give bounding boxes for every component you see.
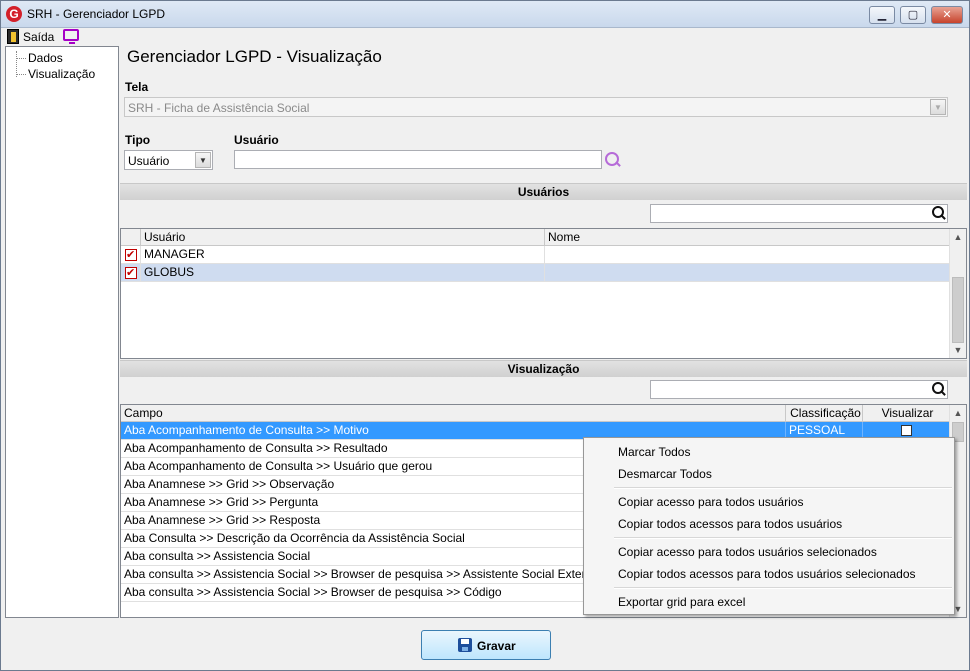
- users-grid: Usuário Nome MANAGER GLOBUS ▲ ▼: [120, 228, 967, 359]
- tipo-label: Tipo: [125, 133, 151, 147]
- user-checkbox[interactable]: [125, 247, 137, 264]
- chevron-down-icon[interactable]: ▼: [930, 99, 946, 115]
- exit-button[interactable]: Saída: [23, 30, 54, 44]
- exit-door-icon[interactable]: [7, 29, 19, 44]
- tela-select[interactable]: SRH - Ficha de Assistência Social ▼: [124, 97, 948, 117]
- header-cell-classificacao[interactable]: Classificação: [786, 405, 863, 422]
- search-icon[interactable]: [932, 382, 946, 396]
- header-cell-visualizar[interactable]: Visualizar: [863, 405, 950, 422]
- menu-item-copiar-acesso-todos[interactable]: Copiar acesso para todos usuários: [585, 491, 953, 513]
- view-section-header: Visualização: [120, 360, 967, 377]
- row-check-cell: [121, 264, 141, 282]
- menu-separator: [614, 587, 952, 589]
- menu-separator: [614, 537, 952, 539]
- header-cell-campo[interactable]: Campo: [121, 405, 786, 422]
- context-menu: Marcar Todos Desmarcar Todos Copiar aces…: [583, 437, 955, 615]
- table-row[interactable]: GLOBUS: [121, 264, 950, 282]
- users-grid-header: Usuário Nome: [121, 229, 950, 246]
- tela-label: Tela: [125, 80, 149, 94]
- user-checkbox[interactable]: [125, 265, 137, 282]
- users-section-header: Usuários: [120, 183, 967, 200]
- header-cell-check: [121, 229, 141, 246]
- users-search-input[interactable]: [650, 204, 948, 223]
- menu-separator: [614, 487, 952, 489]
- tree-item-visualizacao[interactable]: Visualização: [12, 67, 95, 81]
- scroll-up-icon[interactable]: ▲: [950, 405, 966, 421]
- nome-cell: [545, 264, 950, 282]
- maximize-button[interactable]: ▢: [900, 6, 926, 24]
- menu-item-copiar-acesso-selecionados[interactable]: Copiar acesso para todos usuários seleci…: [585, 541, 953, 563]
- usuario-input[interactable]: [234, 150, 602, 169]
- tree-item-dados[interactable]: Dados: [12, 51, 63, 65]
- title-bar: G SRH - Gerenciador LGPD ▁ ▢ ✕: [1, 1, 969, 28]
- close-button[interactable]: ✕: [931, 6, 963, 24]
- view-grid-header: Campo Classificação Visualizar: [121, 405, 950, 422]
- header-cell-usuario[interactable]: Usuário: [141, 229, 545, 246]
- menu-item-copiar-todos-acessos-todos[interactable]: Copiar todos acessos para todos usuários: [585, 513, 953, 535]
- table-row[interactable]: MANAGER: [121, 246, 950, 264]
- view-search-input[interactable]: [650, 380, 948, 399]
- users-scrollbar[interactable]: ▲ ▼: [949, 229, 966, 358]
- page-title: Gerenciador LGPD - Visualização: [127, 47, 382, 66]
- row-check-cell: [121, 246, 141, 264]
- search-icon[interactable]: [605, 152, 621, 168]
- navigation-tree: Dados Visualização: [5, 46, 119, 618]
- window-title: SRH - Gerenciador LGPD: [27, 7, 166, 21]
- save-button[interactable]: Gravar: [421, 630, 551, 660]
- save-button-label: Gravar: [477, 639, 516, 653]
- menu-item-copiar-todos-acessos-selecionados[interactable]: Copiar todos acessos para todos usuários…: [585, 563, 953, 585]
- usuario-label: Usuário: [234, 133, 279, 147]
- scroll-down-icon[interactable]: ▼: [950, 342, 966, 358]
- tipo-select[interactable]: Usuário ▼: [124, 150, 213, 170]
- monitor-icon[interactable]: [63, 29, 79, 44]
- user-cell: GLOBUS: [141, 264, 545, 282]
- floppy-disk-icon: [458, 638, 472, 652]
- minimize-button[interactable]: ▁: [869, 6, 895, 24]
- app-window: G SRH - Gerenciador LGPD ▁ ▢ ✕ Saída Dad…: [0, 0, 970, 671]
- nome-cell: [545, 246, 950, 264]
- globus-logo-icon: G: [6, 6, 22, 22]
- menu-item-desmarcar-todos[interactable]: Desmarcar Todos: [585, 463, 953, 485]
- visualizar-checkbox[interactable]: [901, 425, 912, 436]
- chevron-down-icon[interactable]: ▼: [195, 152, 211, 168]
- toolbar: Saída: [1, 28, 969, 46]
- menu-item-marcar-todos[interactable]: Marcar Todos: [585, 441, 953, 463]
- user-cell: MANAGER: [141, 246, 545, 264]
- menu-item-exportar-excel[interactable]: Exportar grid para excel: [585, 591, 953, 613]
- tipo-value: Usuário: [128, 154, 170, 168]
- tela-value: SRH - Ficha de Assistência Social: [128, 101, 310, 115]
- search-icon[interactable]: [932, 206, 946, 220]
- scroll-up-icon[interactable]: ▲: [950, 229, 966, 245]
- scroll-thumb[interactable]: [952, 277, 964, 343]
- header-cell-nome[interactable]: Nome: [545, 229, 950, 246]
